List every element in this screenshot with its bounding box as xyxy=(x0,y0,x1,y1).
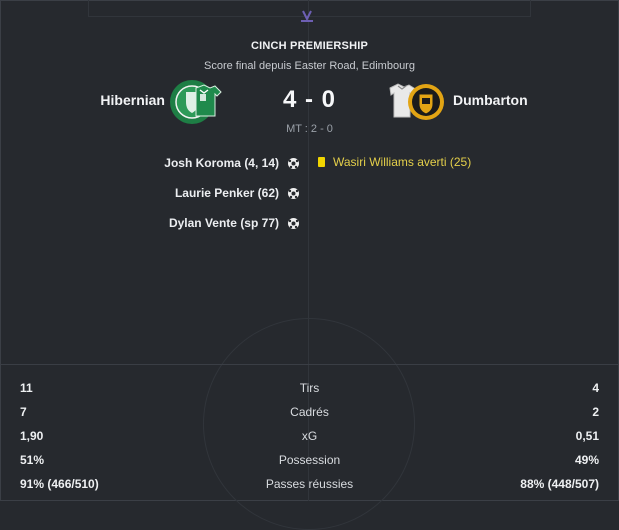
goal-event[interactable]: Laurie Penker (62) xyxy=(175,186,279,200)
away-stat-value: 4 xyxy=(592,381,599,395)
stat-row-xg: 1,90 xG 0,51 xyxy=(0,429,619,449)
away-stat-value: 2 xyxy=(592,405,599,419)
stat-row-passes: 91% (466/510) Passes réussies 88% (448/5… xyxy=(0,477,619,497)
away-stat-value: 0,51 xyxy=(575,429,599,443)
goal-event[interactable]: Josh Koroma (4, 14) xyxy=(164,156,279,170)
football-icon xyxy=(287,217,300,230)
competition-title: CINCH PREMIERSHIP xyxy=(250,40,369,52)
referee-icon xyxy=(301,10,313,22)
goal-event[interactable]: Dylan Vente (sp 77) xyxy=(169,216,279,230)
yellow-card-icon xyxy=(318,157,325,167)
away-stat-value: 49% xyxy=(574,453,599,467)
stat-label: Cadrés xyxy=(290,405,329,419)
stat-row-on-target: 7 Cadrés 2 xyxy=(0,405,619,425)
football-icon xyxy=(287,157,300,170)
away-stat-value: 88% (448/507) xyxy=(520,477,599,491)
stat-row-possession: 51% Possession 49% xyxy=(0,453,619,473)
stat-label: Tirs xyxy=(299,381,320,395)
stat-label: Possession xyxy=(278,453,341,467)
stat-row-shots: 11 Tirs 4 xyxy=(0,381,619,401)
half-time-score: MT : 2 - 0 xyxy=(286,123,333,135)
booking-text: Wasiri Williams averti (25) xyxy=(333,155,472,169)
booking-event[interactable]: Wasiri Williams averti (25) xyxy=(318,155,471,169)
away-team-name[interactable]: Dumbarton xyxy=(453,92,528,108)
dumbarton-crest-icon[interactable] xyxy=(386,78,444,126)
stat-label: xG xyxy=(301,429,318,443)
football-icon xyxy=(287,187,300,200)
match-subtitle: Score final depuis Easter Road, Edimbour… xyxy=(204,60,415,72)
stats-divider xyxy=(0,364,619,365)
